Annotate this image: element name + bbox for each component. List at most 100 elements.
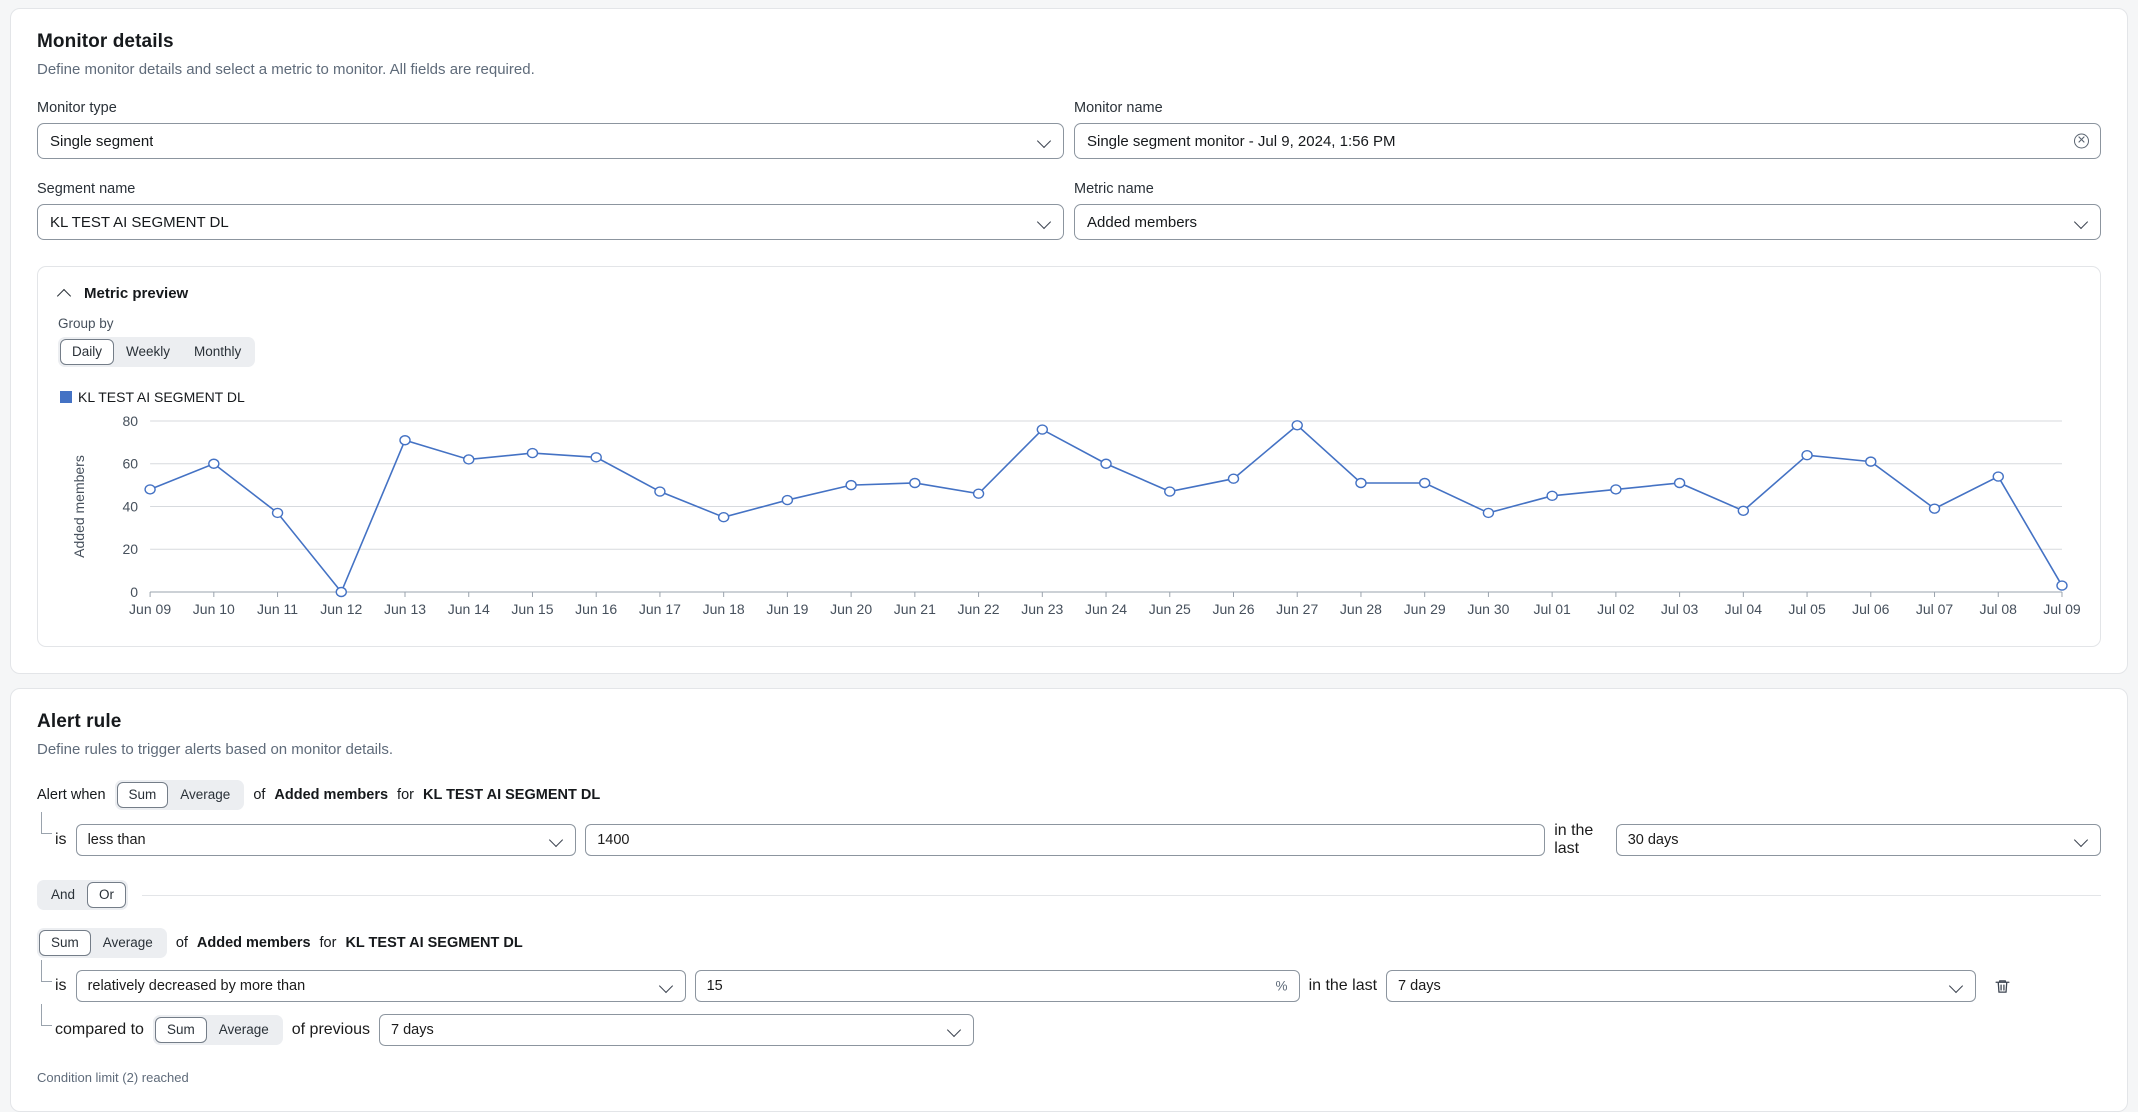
- x-axis-tick: Jun 24: [1085, 601, 1127, 617]
- data-point[interactable]: [1228, 474, 1238, 483]
- data-point[interactable]: [1420, 478, 1430, 487]
- metric-name-label: Metric name: [1074, 181, 2101, 197]
- group-by-daily[interactable]: Daily: [60, 339, 114, 365]
- condition-2-value-input[interactable]: 15 %: [695, 970, 1300, 1002]
- x-axis-tick: Jul 04: [1725, 601, 1763, 617]
- condition-2-row: is relatively decreased by more than 15 …: [37, 970, 2101, 1002]
- monitor-type-select[interactable]: Single segment: [37, 123, 1064, 159]
- group-by-toggle-group: Daily Weekly Monthly: [58, 337, 255, 367]
- chevron-down-icon: [1038, 134, 1052, 148]
- combiner-and[interactable]: And: [39, 882, 87, 908]
- previous-window-select[interactable]: 7 days: [379, 1014, 974, 1046]
- condition-1-window-select[interactable]: 30 days: [1616, 824, 2101, 856]
- data-point[interactable]: [273, 508, 283, 517]
- data-point[interactable]: [591, 453, 601, 462]
- condition-1-is-label: is: [55, 831, 67, 849]
- y-axis-tick: 60: [122, 456, 138, 472]
- legend-label: KL TEST AI SEGMENT DL: [78, 389, 245, 405]
- combiner-or[interactable]: Or: [87, 882, 126, 908]
- x-axis-tick: Jun 27: [1276, 601, 1318, 617]
- data-point[interactable]: [1483, 508, 1493, 517]
- condition-1-agg-toggle: Sum Average: [115, 780, 245, 810]
- data-point[interactable]: [974, 489, 984, 498]
- alert-rule-card: Alert rule Define rules to trigger alert…: [10, 688, 2128, 1112]
- alert-rule-subtitle: Define rules to trigger alerts based on …: [37, 741, 2101, 758]
- data-point[interactable]: [209, 459, 219, 468]
- condition-1-operator-value: less than: [88, 832, 146, 848]
- data-point[interactable]: [1547, 491, 1557, 500]
- condition-2-agg-average[interactable]: Average: [91, 930, 165, 956]
- data-point[interactable]: [782, 496, 792, 505]
- data-point[interactable]: [1356, 478, 1366, 487]
- condition-2-header: Sum Average of Added members for KL TEST…: [37, 928, 2101, 958]
- y-axis-tick: 80: [122, 413, 138, 429]
- condition-2-window-select[interactable]: 7 days: [1386, 970, 1976, 1002]
- x-axis-tick: Jun 29: [1404, 601, 1446, 617]
- segment-name-select[interactable]: KL TEST AI SEGMENT DL: [37, 204, 1064, 240]
- condition-2-metric: Added members: [197, 935, 311, 951]
- condition-2-agg-sum[interactable]: Sum: [39, 930, 91, 956]
- data-point[interactable]: [910, 478, 920, 487]
- data-point[interactable]: [1802, 451, 1812, 460]
- x-axis-tick: Jul 06: [1852, 601, 1890, 617]
- tree-elbow-connector: [41, 960, 52, 982]
- data-point[interactable]: [1101, 459, 1111, 468]
- of-previous-label: of previous: [292, 1021, 370, 1039]
- condition-1-segment: KL TEST AI SEGMENT DL: [423, 787, 600, 803]
- data-point[interactable]: [145, 485, 155, 494]
- condition-1-operator-select[interactable]: less than: [76, 824, 577, 856]
- chevron-down-icon: [1950, 979, 1964, 993]
- group-by-monthly[interactable]: Monthly: [182, 339, 253, 365]
- condition-1-value-input[interactable]: 1400: [585, 824, 1545, 856]
- data-point[interactable]: [719, 513, 729, 522]
- data-point[interactable]: [1675, 478, 1685, 487]
- x-axis-tick: Jun 16: [575, 601, 617, 617]
- condition-2-compare-row: compared to Sum Average of previous 7 da…: [37, 1014, 2101, 1046]
- metric-preview-panel: Metric preview Group by Daily Weekly Mon…: [37, 266, 2101, 647]
- data-point[interactable]: [1165, 487, 1175, 496]
- condition-1-of-text: of: [253, 787, 265, 803]
- data-point[interactable]: [1037, 425, 1047, 434]
- y-axis-tick: 20: [122, 541, 138, 557]
- trash-icon[interactable]: [1991, 975, 2013, 997]
- data-point[interactable]: [2057, 581, 2067, 590]
- monitor-type-field: Monitor type Single segment: [37, 100, 1064, 159]
- monitor-type-value: Single segment: [50, 133, 153, 150]
- condition-limit-note: Condition limit (2) reached: [37, 1070, 2101, 1085]
- clear-circle-icon[interactable]: ✕: [2074, 134, 2089, 149]
- compare-agg-toggle: Sum Average: [153, 1015, 283, 1045]
- monitor-details-card: Monitor details Define monitor details a…: [10, 8, 2128, 674]
- data-point[interactable]: [527, 449, 537, 458]
- metric-name-value: Added members: [1087, 214, 1197, 231]
- condition-2-in-the-last-label: in the last: [1309, 977, 1377, 995]
- condition-1-agg-average[interactable]: Average: [168, 782, 242, 808]
- chevron-up-icon[interactable]: [58, 287, 72, 301]
- data-point[interactable]: [1738, 506, 1748, 515]
- data-point[interactable]: [336, 588, 346, 597]
- condition-2-segment: KL TEST AI SEGMENT DL: [345, 935, 522, 951]
- x-axis-tick: Jun 17: [639, 601, 681, 617]
- data-point[interactable]: [1930, 504, 1940, 513]
- condition-1-agg-sum[interactable]: Sum: [117, 782, 169, 808]
- metric-preview-header[interactable]: Metric preview: [58, 285, 2080, 302]
- group-by-weekly[interactable]: Weekly: [114, 339, 182, 365]
- condition-2-operator-select[interactable]: relatively decreased by more than: [76, 970, 686, 1002]
- x-axis-tick: Jun 13: [384, 601, 426, 617]
- data-point[interactable]: [846, 481, 856, 490]
- data-point[interactable]: [1611, 485, 1621, 494]
- data-point[interactable]: [655, 487, 665, 496]
- data-point[interactable]: [1292, 421, 1302, 430]
- tree-elbow-connector: [41, 1004, 52, 1026]
- data-point[interactable]: [464, 455, 474, 464]
- monitor-name-input[interactable]: Single segment monitor - Jul 9, 2024, 1:…: [1074, 123, 2101, 159]
- alert-when-label: Alert when: [37, 787, 106, 803]
- data-point[interactable]: [400, 436, 410, 445]
- x-axis-tick: Jul 02: [1597, 601, 1635, 617]
- condition-1-row: is less than 1400 in the last 30 days: [37, 822, 2101, 858]
- compared-to-label: compared to: [55, 1021, 144, 1039]
- line-chart-svg: 020406080Added membersJun 09Jun 10Jun 11…: [58, 411, 2080, 626]
- monitor-details-subtitle: Define monitor details and select a metr…: [37, 61, 2101, 78]
- metric-name-select[interactable]: Added members: [1074, 204, 2101, 240]
- data-point[interactable]: [1993, 472, 2003, 481]
- data-point[interactable]: [1866, 457, 1876, 466]
